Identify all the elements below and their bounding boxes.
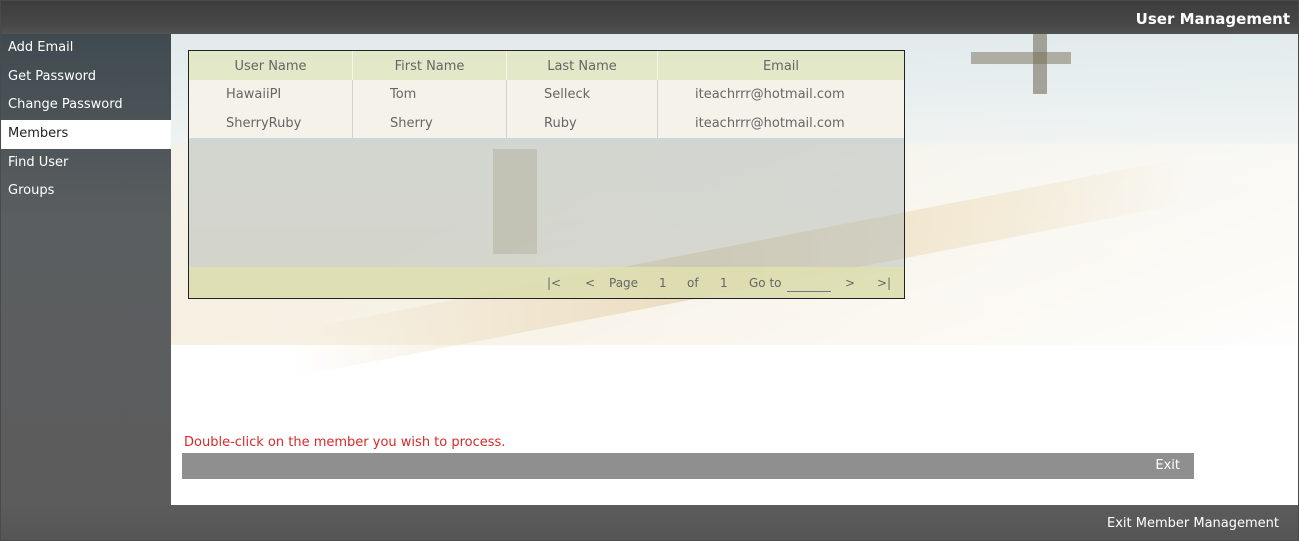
exit-button[interactable]: Exit [1155,458,1180,473]
total-pages: 1 [720,276,728,290]
action-bar: Exit [182,453,1194,479]
sidebar-item-change-password[interactable]: Change Password [1,91,171,120]
header-bar: User Management [1,1,1298,34]
instruction-text: Double-click on the member you wish to p… [184,435,506,450]
footer-bar: Exit Member Management [1,505,1298,540]
next-page-button[interactable]: > [845,276,855,290]
table-row[interactable]: SherryRuby Sherry Ruby iteachrrr@hotmail… [189,109,904,138]
current-page: 1 [659,276,667,290]
cell-first-name: Tom [353,80,507,109]
app-title: User Management [1135,10,1290,28]
column-header-last-name[interactable]: Last Name [507,51,658,80]
goto-label: Go to [749,276,782,290]
previous-page-button[interactable]: < [585,276,595,290]
exit-member-management-link[interactable]: Exit Member Management [1107,516,1279,531]
sidebar-item-groups[interactable]: Groups [1,177,171,206]
cell-last-name: Selleck [507,80,658,109]
first-page-button[interactable]: |< [547,276,561,290]
column-header-email[interactable]: Email [658,51,904,80]
sidebar-item-get-password[interactable]: Get Password [1,63,171,92]
of-label: of [687,276,699,290]
sidebar-item-members[interactable]: Members [1,120,171,149]
cell-first-name: Sherry [353,109,507,138]
grid-header: User Name First Name Last Name Email [189,51,904,80]
column-header-user-name[interactable]: User Name [189,51,353,80]
page-label: Page [609,276,639,290]
grid-pager: |< < Page 1 of 1 Go to > >| [189,267,904,298]
last-page-button[interactable]: >| [877,276,891,290]
sidebar: Add Email Get Password Change Password M… [1,34,171,505]
cell-email: iteachrrr@hotmail.com [695,87,845,102]
main-content: User Name First Name Last Name Email Haw… [171,34,1298,505]
cell-last-name: Ruby [507,109,658,138]
column-header-first-name[interactable]: First Name [353,51,507,80]
members-grid: User Name First Name Last Name Email Haw… [188,50,905,299]
cell-user-name: HawaiiPI [189,80,353,109]
cell-user-name: SherryRuby [189,109,353,138]
goto-page-input[interactable] [787,275,831,292]
cell-email: iteachrrr@hotmail.com [695,116,845,131]
app-window: User Management Add Email Get Password C… [0,0,1299,541]
sidebar-item-find-user[interactable]: Find User [1,149,171,178]
table-row[interactable]: HawaiiPI Tom Selleck iteachrrr@hotmail.c… [189,80,904,109]
grid-body: HawaiiPI Tom Selleck iteachrrr@hotmail.c… [189,80,904,138]
sidebar-item-add-email[interactable]: Add Email [1,34,171,63]
